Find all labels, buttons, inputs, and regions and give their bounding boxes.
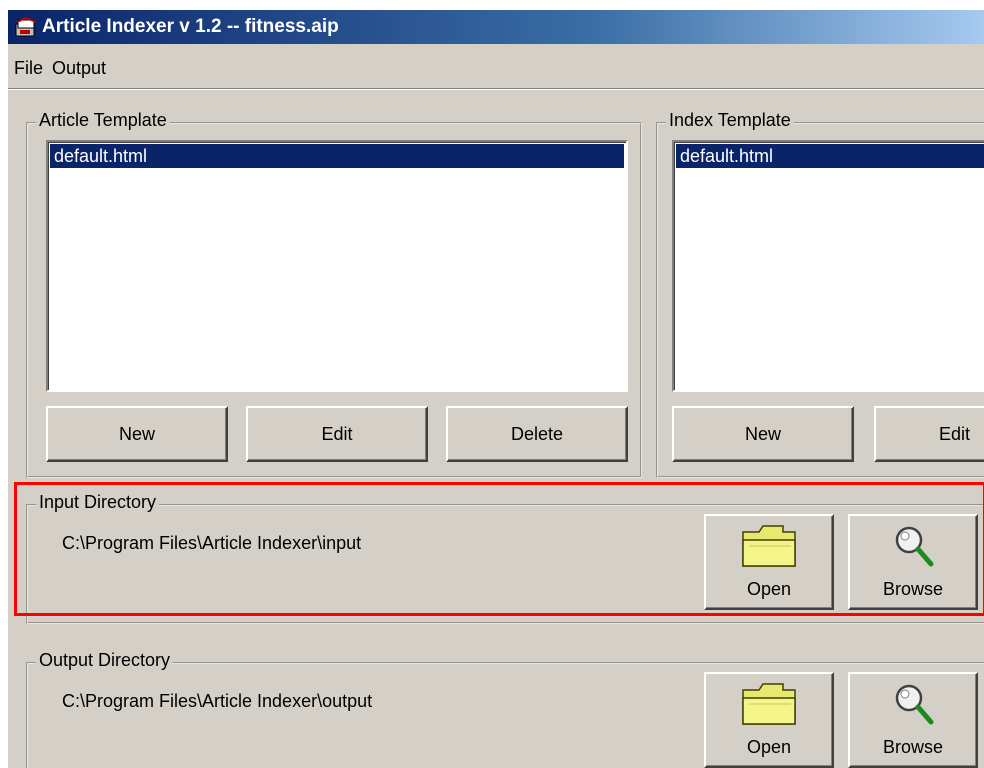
output-directory-group — [26, 662, 984, 768]
index-edit-button[interactable]: Edit — [874, 406, 984, 462]
app-icon — [15, 16, 37, 37]
window-title: Article Indexer v 1.2 -- fitness.aip — [42, 16, 339, 37]
output-browse-label: Browse — [882, 737, 944, 757]
article-template-list[interactable]: default.html — [46, 140, 628, 392]
magnifier-icon — [895, 526, 934, 567]
output-open-label: Open — [746, 737, 792, 757]
index-template-list[interactable]: default.html — [672, 140, 984, 392]
article-template-item-selected[interactable]: default.html — [50, 144, 624, 168]
menu-output[interactable]: Output — [52, 58, 106, 78]
output-open-button[interactable]: Open — [704, 672, 834, 768]
input-directory-group — [26, 504, 984, 624]
index-new-button[interactable]: New — [672, 406, 854, 462]
index-edit-label: Edit — [938, 424, 970, 444]
article-delete-label: Delete — [510, 424, 564, 444]
article-new-button[interactable]: New — [46, 406, 228, 462]
magnifier-icon — [895, 684, 934, 725]
article-edit-label: Edit — [321, 424, 353, 444]
input-open-label: Open — [746, 579, 792, 599]
article-edit-button[interactable]: Edit — [246, 406, 428, 462]
input-browse-button[interactable]: Browse — [848, 514, 978, 610]
folder-icon — [742, 683, 796, 725]
input-browse-label: Browse — [882, 579, 944, 599]
index-template-item-selected[interactable]: default.html — [676, 144, 984, 168]
menu-file[interactable]: File — [14, 58, 43, 78]
article-delete-button[interactable]: Delete — [446, 406, 628, 462]
folder-icon — [742, 525, 796, 567]
input-directory-path: C:\Program Files\Article Indexer\input — [62, 533, 362, 553]
index-new-label: New — [744, 424, 781, 444]
input-directory-legend: Input Directory — [36, 492, 160, 512]
article-template-legend: Article Template — [36, 110, 170, 130]
output-directory-legend: Output Directory — [36, 650, 174, 670]
app-window: Article Indexer v 1.2 -- fitness.aip Fil… — [8, 10, 984, 768]
output-directory-path: C:\Program Files\Article Indexer\output — [62, 691, 373, 711]
menu-separator — [8, 88, 984, 90]
input-open-button[interactable]: Open — [704, 514, 834, 610]
menu-bar: File Output — [8, 44, 984, 88]
article-new-label: New — [118, 424, 155, 444]
output-browse-button[interactable]: Browse — [848, 672, 978, 768]
title-bar[interactable]: Article Indexer v 1.2 -- fitness.aip — [8, 10, 984, 44]
index-template-legend: Index Template — [666, 110, 794, 130]
